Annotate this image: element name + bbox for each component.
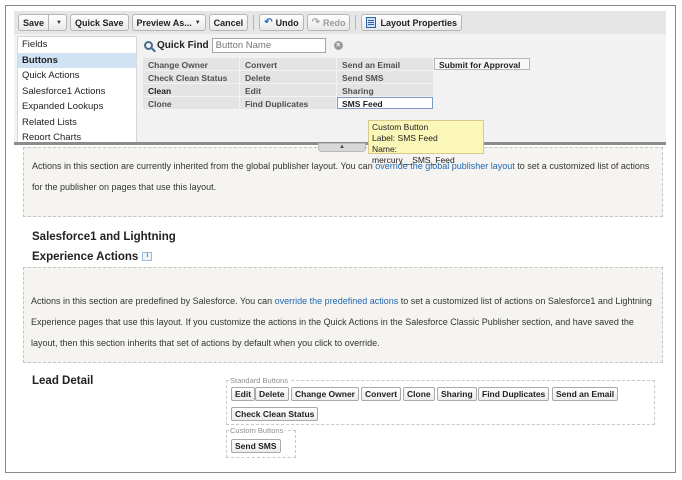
tooltip-label: Label: SMS Feed	[372, 133, 438, 143]
standard-button[interactable]: Change Owner	[291, 387, 359, 401]
palette-button-sms-feed[interactable]: SMS Feed	[337, 97, 433, 109]
note-text: Actions in this section are predefined b…	[31, 296, 275, 306]
category-expanded-lookups[interactable]: Expanded Lookups	[18, 99, 136, 115]
category-report-charts[interactable]: Report Charts	[18, 130, 136, 140]
quick-find-input[interactable]	[211, 38, 326, 53]
caret-down-icon: ▼	[194, 19, 201, 26]
quick-save-button[interactable]: Quick Save	[69, 14, 129, 31]
salesforce1-actions-note: Actions in this section are predefined b…	[23, 267, 663, 363]
palette-collapse-handle[interactable]: ▲	[318, 143, 366, 152]
palette-button[interactable]: Clean	[143, 84, 239, 96]
button-tooltip: Custom Button Label: SMS Feed Name: merc…	[368, 120, 484, 165]
palette-button[interactable]: Delete	[240, 71, 336, 83]
category-salesforce1-actions[interactable]: Salesforce1 Actions	[18, 84, 136, 100]
layout-properties-icon	[366, 17, 377, 28]
override-predefined-actions-link[interactable]: override the predefined actions	[275, 296, 399, 306]
custom-buttons-group: Custom Buttons Send SMS	[226, 426, 296, 458]
category-related-lists[interactable]: Related Lists	[18, 115, 136, 131]
quick-save-label: Quick Save	[74, 17, 124, 28]
quick-find: Quick Find ×	[144, 37, 343, 54]
palette-button[interactable]: Submit for Approval	[434, 58, 530, 70]
quick-find-label: Quick Find	[144, 40, 209, 51]
note-text: Actions in this section are currently in…	[32, 161, 376, 171]
section-title-text: Salesforce1 and Lightning Experience Act…	[32, 231, 176, 263]
save-button[interactable]: Save	[18, 14, 50, 31]
cancel-label: Cancel	[213, 17, 244, 28]
section-title-salesforce1: Salesforce1 and Lightning Experience Act…	[32, 227, 212, 267]
palette-button[interactable]: Clone	[143, 97, 239, 109]
palette-button[interactable]: Find Duplicates	[240, 97, 336, 109]
category-buttons[interactable]: Buttons	[18, 52, 136, 68]
standard-button[interactable]: Sharing	[437, 387, 477, 401]
quick-find-text: Quick Find	[157, 40, 209, 51]
category-fields[interactable]: Fields	[18, 37, 136, 53]
layout-properties-label: Layout Properties	[380, 17, 457, 28]
standard-button[interactable]: Send an Email	[552, 387, 619, 401]
redo-icon: ↷	[311, 17, 320, 28]
standard-button[interactable]: Check Clean Status	[231, 407, 319, 421]
save-label: Save	[23, 17, 45, 28]
palette-button[interactable]: Sharing	[337, 84, 433, 96]
publisher-actions-note: Actions in this section are currently in…	[23, 147, 663, 217]
custom-buttons-label: Custom Buttons	[229, 426, 285, 435]
standard-button[interactable]: Find Duplicates	[478, 387, 550, 401]
standard-button[interactable]: Clone	[403, 387, 435, 401]
layout-editor-toolbar: Save ▼ Quick Save Preview As... ▼ Cancel …	[14, 11, 666, 34]
palette-button[interactable]: Edit	[240, 84, 336, 96]
palette-button[interactable]: Send an Email	[337, 58, 433, 70]
info-icon[interactable]: i	[142, 252, 153, 262]
cancel-button[interactable]: Cancel	[208, 14, 249, 31]
tooltip-title: Custom Button	[372, 122, 429, 132]
palette-panel: Fields Buttons Quick Actions Salesforce1…	[14, 34, 666, 145]
chevron-up-icon: ▲	[339, 144, 345, 150]
preview-as-label: Preview As...	[136, 17, 192, 28]
section-title-lead-detail: Lead Detail	[32, 375, 94, 387]
standard-button[interactable]: Delete	[255, 387, 289, 401]
redo-label: Redo	[322, 17, 346, 28]
redo-button[interactable]: ↷ Redo	[306, 14, 351, 31]
undo-icon: ↶	[264, 17, 273, 28]
palette-button[interactable]: Send SMS	[337, 71, 433, 83]
layout-properties-button[interactable]: Layout Properties	[361, 14, 462, 31]
caret-down-icon: ▼	[56, 19, 62, 26]
category-quick-actions[interactable]: Quick Actions	[18, 68, 136, 84]
standard-button[interactable]: Convert	[361, 387, 402, 401]
toolbar-divider	[355, 15, 357, 30]
save-button-group: Save ▼	[18, 14, 67, 31]
standard-button[interactable]: Edit	[231, 387, 256, 401]
palette-button[interactable]: Change Owner	[143, 58, 239, 70]
palette-button[interactable]: Check Clean Status	[143, 71, 239, 83]
custom-button[interactable]: Send SMS	[231, 439, 281, 453]
palette-button[interactable]: Convert	[240, 58, 336, 70]
undo-button[interactable]: ↶ Undo	[259, 14, 304, 31]
standard-buttons-label: Standard Buttons	[229, 376, 289, 385]
search-icon	[144, 41, 153, 50]
palette-category-list: Fields Buttons Quick Actions Salesforce1…	[17, 36, 137, 142]
toolbar-divider	[253, 15, 255, 30]
clear-search-icon[interactable]: ×	[333, 41, 343, 50]
save-menu-button[interactable]: ▼	[49, 14, 67, 31]
tooltip-name: Name: mercury__SMS_Feed	[372, 144, 455, 165]
standard-buttons-group: Standard Buttons Edit Delete Change Owne…	[226, 376, 655, 425]
preview-as-button[interactable]: Preview As... ▼	[131, 14, 206, 31]
undo-label: Undo	[275, 17, 299, 28]
